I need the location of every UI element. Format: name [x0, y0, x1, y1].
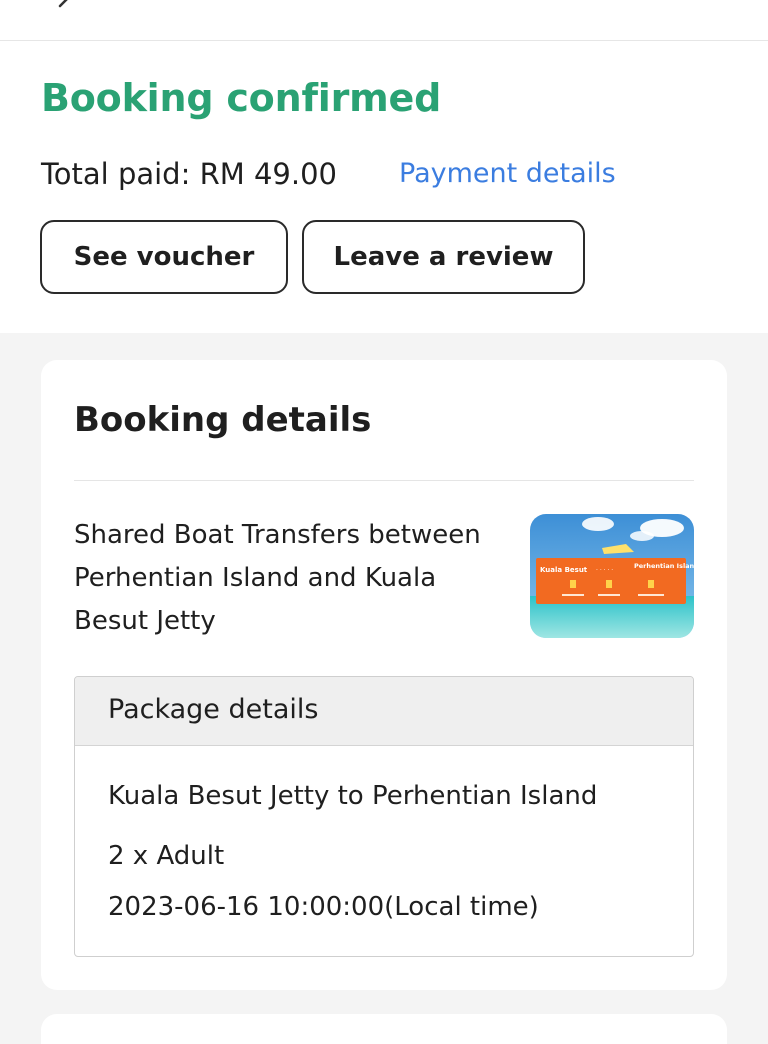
payment-details-link[interactable]: Payment details: [399, 158, 616, 189]
package-details-header: Package details: [75, 677, 693, 746]
svg-text:· · · · ·: · · · · ·: [596, 567, 613, 574]
leave-review-button[interactable]: Leave a review: [302, 220, 585, 294]
thumbnail-from-label: Kuala Besut: [540, 566, 588, 574]
package-route: Kuala Besut Jetty to Perhentian Island: [108, 781, 598, 811]
next-card-edge: [41, 1014, 727, 1044]
divider: [74, 480, 694, 481]
thumbnail-to-label: Perhentian Island: [634, 562, 694, 570]
page-title: Booking confirmed: [41, 76, 442, 120]
top-bar: [0, 0, 768, 41]
back-icon[interactable]: [52, 0, 76, 14]
total-paid-text: Total paid: RM 49.00: [41, 157, 337, 191]
package-details-label: Package details: [108, 694, 319, 725]
package-quantity: 2 x Adult: [108, 841, 225, 871]
package-datetime: 2023-06-16 10:00:00(Local time): [108, 892, 539, 922]
booking-details-card: Booking details Shared Boat Transfers be…: [41, 360, 727, 990]
see-voucher-button[interactable]: See voucher: [40, 220, 288, 294]
package-details-box: Package details Kuala Besut Jetty to Per…: [74, 676, 694, 957]
product-thumbnail[interactable]: Kuala Besut · · · · · Perhentian Island: [530, 514, 694, 638]
section-title: Booking details: [74, 400, 372, 440]
thumbnail-image: Kuala Besut · · · · · Perhentian Island: [530, 514, 694, 638]
product-name[interactable]: Shared Boat Transfers between Perhentian…: [74, 514, 494, 643]
